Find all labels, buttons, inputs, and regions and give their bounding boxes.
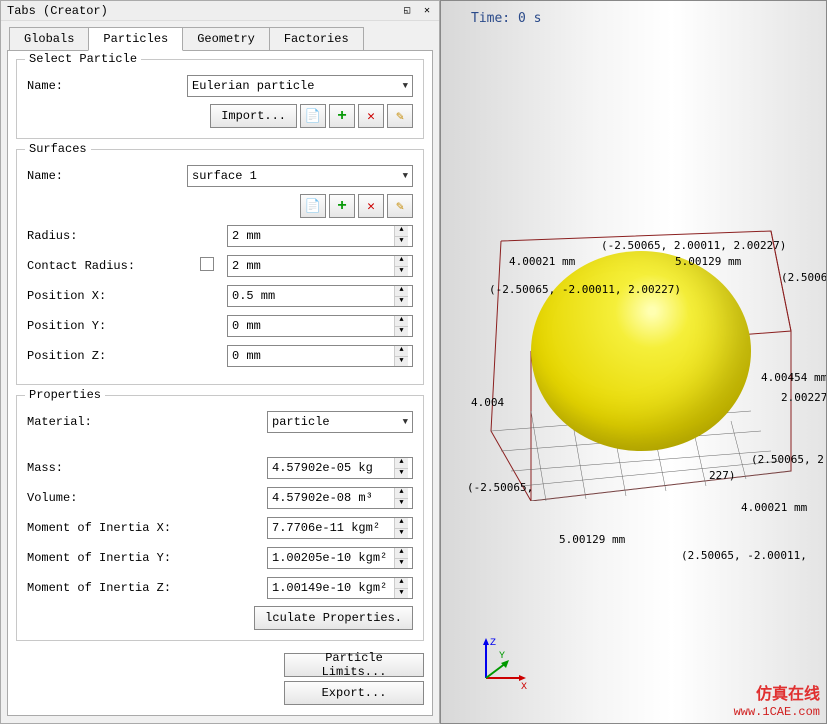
contact-radius-input[interactable]: 2 mm ▲▼ (227, 255, 413, 277)
axis-triad-icon: Z X Y (471, 633, 531, 693)
name-label: Name: (27, 79, 187, 93)
combo-value: Eulerian particle (192, 79, 314, 93)
spinner[interactable]: ▲▼ (394, 488, 408, 508)
posz-input[interactable]: 0 mm ▲▼ (227, 345, 413, 367)
undock-icon[interactable]: ◱ (401, 5, 413, 17)
spinner[interactable]: ▲▼ (394, 518, 408, 538)
posy-input[interactable]: 0 mm ▲▼ (227, 315, 413, 337)
tab-globals[interactable]: Globals (9, 27, 89, 51)
coord-label: (-2.50065, (467, 481, 533, 494)
material-combo[interactable]: particle ▼ (267, 411, 413, 433)
delete-icon[interactable]: ✕ (358, 104, 384, 128)
add-icon[interactable]: + (329, 104, 355, 128)
coord-label: (2.50065, 2. (751, 453, 827, 466)
volume-label: Volume: (27, 491, 267, 505)
group-title: Surfaces (25, 142, 91, 156)
axis-measure: 5.00129 mm (559, 533, 625, 546)
particle-limits-button[interactable]: Particle Limits... (284, 653, 424, 677)
combo-value: particle (272, 415, 330, 429)
contact-radius-checkbox[interactable] (200, 257, 214, 271)
coord-label: 227) (709, 469, 736, 482)
panel-title-bar: Tabs (Creator) ◱ ✕ (1, 1, 439, 21)
axis-measure: 4.00021 mm (741, 501, 807, 514)
mass-label: Mass: (27, 461, 267, 475)
spinner[interactable]: ▲▼ (394, 226, 408, 246)
watermark-text: 仿真在线 (734, 685, 820, 706)
posx-label: Position X: (27, 289, 187, 303)
panel-title: Tabs (Creator) (7, 4, 108, 18)
tabs-row: Globals Particles Geometry Factories (1, 21, 439, 51)
3d-viewport[interactable]: Time: 0 s (440, 0, 827, 724)
spinner[interactable]: ▲▼ (394, 256, 408, 276)
axis-measure: 4.004 (471, 396, 504, 409)
tab-geometry[interactable]: Geometry (182, 27, 270, 51)
add-icon[interactable]: + (329, 194, 355, 218)
surface-name-combo[interactable]: surface 1 ▼ (187, 165, 413, 187)
moiy-label: Moment of Inertia Y: (27, 551, 267, 565)
calculate-properties-button[interactable]: lculate Properties. (254, 606, 413, 630)
spinner[interactable]: ▲▼ (394, 286, 408, 306)
coord-label: (-2.50065, 2.00011, 2.00227) (601, 239, 786, 252)
coord-label: (-2.50065, -2.00011, 2.00227) (489, 283, 681, 296)
properties-group: Properties Material: particle ▼ Mass: 4.… (16, 395, 424, 641)
edit-icon[interactable]: ✎ (387, 104, 413, 128)
moiz-label: Moment of Inertia Z: (27, 581, 267, 595)
coord-label: (2.50065, -2.00011, (681, 549, 807, 562)
import-button[interactable]: Import... (210, 104, 297, 128)
coord-label: (2.50065, (781, 271, 827, 284)
spinner[interactable]: ▲▼ (394, 458, 408, 478)
chevron-down-icon: ▼ (403, 171, 408, 181)
surfaces-group: Surfaces Name: surface 1 ▼ 📄 + ✕ ✎ Radiu… (16, 149, 424, 385)
posz-label: Position Z: (27, 349, 187, 363)
spinner[interactable]: ▲▼ (394, 578, 408, 598)
coord-label: 2.00227) (781, 391, 827, 404)
group-title: Properties (25, 388, 105, 402)
svg-text:Y: Y (499, 651, 505, 662)
svg-text:X: X (521, 682, 527, 693)
creator-panel: Tabs (Creator) ◱ ✕ Globals Particles Geo… (0, 0, 440, 724)
particle-name-combo[interactable]: Eulerian particle ▼ (187, 75, 413, 97)
tab-particles[interactable]: Particles (88, 27, 183, 51)
spinner[interactable]: ▲▼ (394, 548, 408, 568)
surface-name-label: Name: (27, 169, 187, 183)
edit-icon[interactable]: ✎ (387, 194, 413, 218)
moix-label: Moment of Inertia X: (27, 521, 267, 535)
copy-icon[interactable]: 📄 (300, 104, 326, 128)
radius-input[interactable]: 2 mm ▲▼ (227, 225, 413, 247)
spinner[interactable]: ▲▼ (394, 346, 408, 366)
chevron-down-icon: ▼ (403, 81, 408, 91)
copy-icon[interactable]: 📄 (300, 194, 326, 218)
moiz-input[interactable]: 1.00149e-10 kgm² ▲▼ (267, 577, 413, 599)
watermark-url: www.1CAE.com (734, 705, 820, 721)
radius-label: Radius: (27, 229, 187, 243)
posx-input[interactable]: 0.5 mm ▲▼ (227, 285, 413, 307)
chevron-down-icon: ▼ (403, 417, 408, 427)
combo-value: surface 1 (192, 169, 257, 183)
select-particle-group: Select Particle Name: Eulerian particle … (16, 59, 424, 139)
bottom-buttons: Particle Limits... Export... (16, 651, 424, 707)
export-button[interactable]: Export... (284, 681, 424, 705)
svg-text:Z: Z (490, 638, 496, 649)
spinner[interactable]: ▲▼ (394, 316, 408, 336)
delete-icon[interactable]: ✕ (358, 194, 384, 218)
axis-measure: 4.00021 mm (509, 255, 575, 268)
contact-radius-label: Contact Radius: (27, 259, 187, 273)
mass-input[interactable]: 4.57902e-05 kg ▲▼ (267, 457, 413, 479)
moiy-input[interactable]: 1.00205e-10 kgm² ▲▼ (267, 547, 413, 569)
particle-sphere (531, 251, 751, 451)
posy-label: Position Y: (27, 319, 187, 333)
volume-input[interactable]: 4.57902e-08 m³ ▲▼ (267, 487, 413, 509)
tab-content: Select Particle Name: Eulerian particle … (7, 50, 433, 716)
scene (461, 171, 811, 531)
group-title: Select Particle (25, 52, 141, 66)
tab-factories[interactable]: Factories (269, 27, 364, 51)
time-label: Time: 0 s (471, 11, 541, 26)
watermark: 仿真在线 www.1CAE.com (734, 685, 820, 721)
close-icon[interactable]: ✕ (421, 5, 433, 17)
axis-measure: 5.00129 mm (675, 255, 741, 268)
material-label: Material: (27, 415, 267, 429)
axis-measure: 4.00454 mm (761, 371, 827, 384)
moix-input[interactable]: 7.7706e-11 kgm² ▲▼ (267, 517, 413, 539)
